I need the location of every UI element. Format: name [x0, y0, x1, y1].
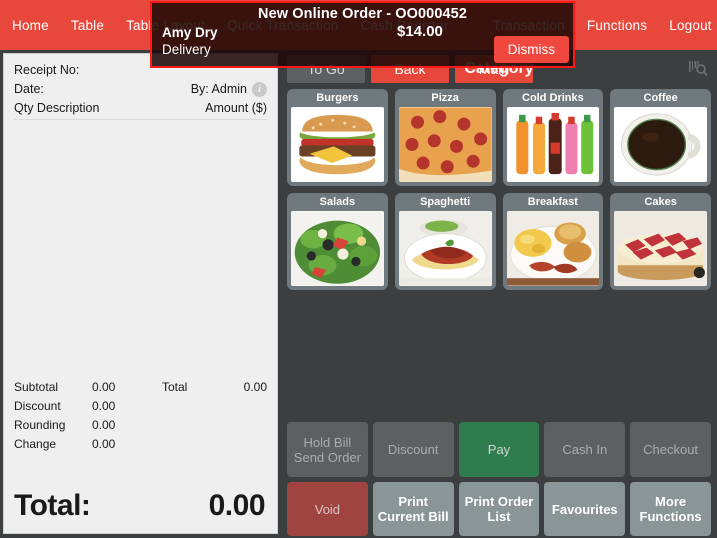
category-tile-salads[interactable]: Salads [287, 193, 388, 290]
breakfast-image [506, 211, 600, 286]
notification-customer: Amy Dry Delivery [162, 24, 218, 58]
checkout-button[interactable]: Checkout [630, 422, 711, 477]
nav-item-table[interactable]: Table [71, 18, 104, 33]
total-side-value: 0.00 [243, 380, 267, 394]
category-tile-label: Spaghetti [420, 196, 471, 208]
receipt-col-amount: Amount ($) [205, 101, 267, 115]
grand-total-label: Total: [14, 489, 91, 522]
totals-gap [4, 453, 277, 489]
category-tile-coffee[interactable]: Coffee [610, 89, 711, 186]
new-online-order-notification: New Online Order - OO000452 Amy Dry Deli… [150, 1, 575, 68]
action-button-grid: Hold Bill Send Order Discount Pay Cash In… [281, 422, 717, 536]
totals-spacer-f [214, 436, 267, 453]
receipt-totals: Subtotal 0.00 Total 0.00 Discount 0.00 R… [4, 375, 277, 453]
grand-total-row: Total: 0.00 [4, 489, 277, 533]
receipt-operator-label: By: Admin [190, 82, 247, 96]
category-tile-burgers[interactable]: Burgers [287, 89, 388, 186]
change-label: Change [14, 437, 57, 451]
pay-button[interactable]: Pay [458, 422, 540, 477]
category-tile-grid: Burgers Pizza Cold Drinks Coffee Salads … [281, 88, 717, 290]
print-order-list-button[interactable]: Print Order List [458, 482, 540, 536]
nav-item-logout[interactable]: Logout [669, 18, 712, 33]
category-tile-spaghetti[interactable]: Spaghetti [394, 193, 496, 290]
category-tile-label: Salads [319, 196, 356, 208]
nav-item-home[interactable]: Home [12, 18, 49, 33]
category-tile-cakes[interactable]: Cakes [610, 193, 711, 290]
discount-button[interactable]: Discount [372, 422, 454, 477]
receipt-operator: By: Admin i [191, 80, 267, 99]
receipt-date-row: Date: By: Admin i [14, 80, 267, 99]
burger-image [291, 107, 384, 182]
rounding-label: Rounding [14, 418, 66, 432]
spaghetti-image [398, 211, 492, 286]
receipt-panel: Receipt No: Date: By: Admin i Qty Descri… [3, 53, 278, 534]
total-side-label: Total [162, 380, 188, 394]
subtotal-label: Subtotal [14, 380, 59, 394]
category-tile-label: Pizza [431, 92, 459, 104]
totals-spacer-a [162, 398, 214, 415]
receipt-date-label: Date: [14, 82, 44, 96]
category-tile-label: Cakes [644, 196, 677, 208]
cake-image [614, 211, 707, 286]
cold-drinks-image [506, 107, 600, 182]
dismiss-button[interactable]: Dismiss [493, 36, 569, 63]
rounding-value: 0.00 [92, 418, 116, 432]
notification-order-type: Delivery [162, 42, 211, 57]
totals-spacer-e [162, 436, 214, 453]
category-tile-label: Breakfast [527, 196, 578, 208]
coffee-image [614, 107, 707, 182]
info-icon[interactable]: i [252, 82, 267, 97]
pos-app: Home Table Table Layout Quick Transactio… [0, 0, 717, 538]
pizza-image [398, 107, 492, 182]
subtotal-value: 0.00 [92, 380, 116, 394]
receipt-line-items[interactable] [4, 122, 277, 375]
category-tile-breakfast[interactable]: Breakfast [502, 193, 604, 290]
salad-image [291, 211, 384, 286]
notification-body: Amy Dry Delivery $14.00 Dismiss [152, 22, 573, 63]
category-tile-pizza[interactable]: Pizza [394, 89, 496, 186]
discount-value: 0.00 [92, 399, 116, 413]
category-tile-label: Cold Drinks [522, 92, 584, 104]
category-panel: To Go Back Main Category Burgers Pizza C… [281, 50, 717, 538]
receipt-col-qty-description: Qty Description [14, 101, 100, 115]
notification-customer-name: Amy Dry [162, 25, 218, 40]
hold-bill-send-order-button[interactable]: Hold Bill Send Order [287, 422, 368, 477]
print-current-bill-button[interactable]: Print Current Bill [372, 482, 454, 536]
discount-label: Discount [14, 399, 61, 413]
totals-spacer-b [214, 398, 267, 415]
barcode-search-icon[interactable] [687, 59, 709, 79]
category-tile-label: Coffee [643, 92, 678, 104]
category-tile-label: Burgers [316, 92, 359, 104]
receipt-column-headers: Qty Description Amount ($) [14, 99, 267, 120]
category-tile-cold-drinks[interactable]: Cold Drinks [502, 89, 604, 186]
favourites-button[interactable]: Favourites [544, 482, 626, 536]
receipt-no-label: Receipt No: [14, 63, 80, 77]
more-functions-button[interactable]: More Functions [630, 482, 711, 536]
grand-total-value: 0.00 [208, 489, 266, 522]
notification-title: New Online Order - OO000452 [258, 6, 467, 22]
void-button[interactable]: Void [287, 482, 368, 536]
notification-amount: $14.00 [397, 23, 443, 40]
totals-spacer-c [162, 417, 214, 434]
cash-in-button[interactable]: Cash In [544, 422, 626, 477]
nav-item-functions[interactable]: Functions [587, 18, 647, 33]
totals-spacer-d [214, 417, 267, 434]
change-value: 0.00 [92, 437, 116, 451]
